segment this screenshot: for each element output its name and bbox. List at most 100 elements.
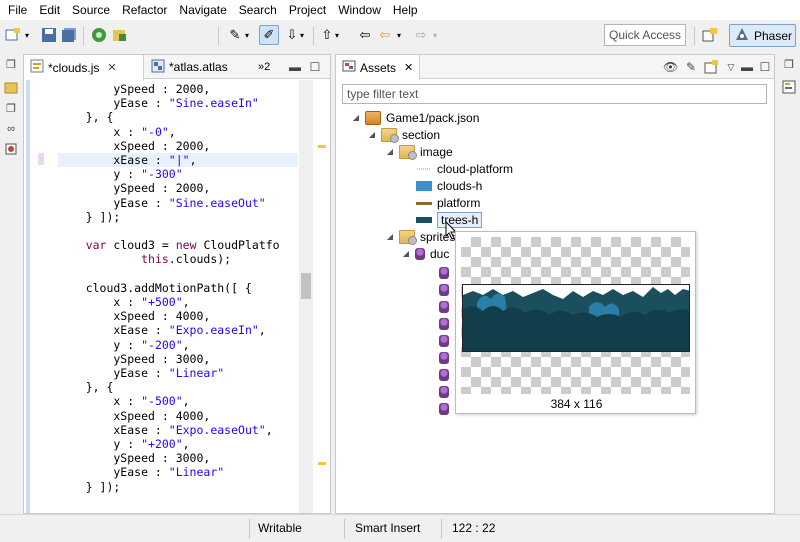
tree-row-sprite[interactable]: ◢ duc xyxy=(402,245,449,262)
annotation-prev-dropdown-icon[interactable]: ▾ xyxy=(332,26,342,44)
code-line[interactable]: xSpeed : 2000, xyxy=(58,139,210,153)
quick-access-input[interactable]: Quick Access xyxy=(604,24,686,46)
collapse-icon[interactable]: ◢ xyxy=(352,113,360,122)
back-dropdown-icon[interactable]: ▾ xyxy=(394,26,404,44)
code-line[interactable]: yEase : "Linear" xyxy=(58,465,224,479)
code-editor[interactable]: ySpeed : 2000, yEase : "Sine.easeIn" }, … xyxy=(24,80,330,513)
tree-row-image[interactable]: clouds-h xyxy=(416,177,482,194)
code-line[interactable]: x : "-0", xyxy=(58,125,175,139)
code-line[interactable]: xEase : "|", xyxy=(58,153,298,167)
tab-assets[interactable]: Assets ✕ xyxy=(336,55,421,80)
code-line[interactable]: y : "+200", xyxy=(58,437,189,451)
tree-row-frame[interactable] xyxy=(439,264,449,281)
tree-row-frame[interactable] xyxy=(439,332,449,349)
menu-file[interactable]: File xyxy=(2,0,33,20)
close-icon[interactable]: ✕ xyxy=(404,61,413,74)
code-line[interactable]: ySpeed : 3000, xyxy=(58,451,210,465)
overview-marker[interactable] xyxy=(318,462,326,465)
tree-row-frame[interactable] xyxy=(439,383,449,400)
minimize-icon[interactable]: ▬ xyxy=(288,60,302,74)
menu-window[interactable]: Window xyxy=(332,0,387,20)
code-line[interactable]: ySpeed : 3000, xyxy=(58,352,210,366)
tab-clouds-js[interactable]: *clouds.js ✕ xyxy=(24,55,144,80)
collapse-icon[interactable]: ◢ xyxy=(402,249,410,258)
code-line[interactable]: cloud3.addMotionPath([ { xyxy=(58,281,252,295)
code-line[interactable]: }, { xyxy=(58,380,114,394)
maximize-icon[interactable]: ☐ xyxy=(758,60,772,74)
menu-refactor[interactable]: Refactor xyxy=(116,0,173,20)
forward-icon[interactable]: ⇨ xyxy=(412,26,430,44)
code-line[interactable]: xEase : "Expo.easeIn", xyxy=(58,323,265,337)
code-line[interactable]: ySpeed : 2000, xyxy=(58,82,210,96)
collapse-icon[interactable]: ◢ xyxy=(386,232,394,241)
code-line[interactable]: xEase : "Expo.easeOut", xyxy=(58,423,272,437)
last-edit-icon[interactable]: ⇦ xyxy=(356,26,374,44)
maximize-icon[interactable]: ☐ xyxy=(308,60,322,74)
menu-edit[interactable]: Edit xyxy=(33,0,66,20)
annotation-next-dropdown-icon[interactable]: ▾ xyxy=(297,26,307,44)
mark-occurrences-icon[interactable]: ✐ xyxy=(259,25,279,45)
tree-row-image[interactable]: platform xyxy=(416,194,480,211)
restore-icon[interactable]: ❐ xyxy=(4,58,18,72)
tree-row-image[interactable]: cloud-platform xyxy=(416,160,513,177)
link-icon[interactable]: ∞ xyxy=(4,122,18,136)
code-line[interactable]: ySpeed : 2000, xyxy=(58,181,210,195)
code-line[interactable]: this.clouds); xyxy=(58,252,231,266)
editor-vertical-scrollbar[interactable] xyxy=(299,80,313,513)
new-icon[interactable] xyxy=(4,26,22,44)
tree-row-frame[interactable] xyxy=(439,298,449,315)
code-line[interactable]: x : "+500", xyxy=(58,295,189,309)
tab-overflow[interactable]: »2 xyxy=(252,55,282,79)
code-line[interactable]: }, { xyxy=(58,110,114,124)
phaser-perspective-button[interactable]: Phaser xyxy=(729,24,796,47)
menu-project[interactable]: Project xyxy=(283,0,332,20)
code-line[interactable]: } ]); xyxy=(58,210,121,224)
code-line[interactable]: x : "-500", xyxy=(58,394,189,408)
tree-row-frame[interactable] xyxy=(439,281,449,298)
minimize-icon[interactable]: ▬ xyxy=(740,60,754,74)
menu-search[interactable]: Search xyxy=(233,0,283,20)
restore-icon-2[interactable]: ❐ xyxy=(4,102,18,116)
pin-dropdown-icon[interactable]: ▾ xyxy=(242,26,252,44)
eye-icon[interactable]: 👁 xyxy=(663,60,678,74)
tab-atlas-atlas[interactable]: *atlas.atlas xyxy=(145,55,255,79)
tree-row-frame[interactable] xyxy=(439,400,449,417)
tree-row-frame[interactable] xyxy=(439,366,449,383)
project-explorer-icon[interactable] xyxy=(4,80,18,94)
close-icon[interactable]: ✕ xyxy=(107,61,116,74)
code-line[interactable]: yEase : "Linear" xyxy=(58,366,224,380)
code-line[interactable]: y : "-200", xyxy=(58,338,189,352)
run-icon[interactable] xyxy=(90,26,108,44)
tree-row-section[interactable]: ◢ section xyxy=(368,126,440,143)
new-folder-icon[interactable] xyxy=(704,60,718,74)
tree-row-image-folder[interactable]: ◢ image xyxy=(386,143,453,160)
open-perspective-icon[interactable] xyxy=(701,26,719,44)
outline-icon[interactable] xyxy=(782,80,796,94)
menu-navigate[interactable]: Navigate xyxy=(173,0,232,20)
collapse-icon[interactable]: ◢ xyxy=(368,130,376,139)
forward-dropdown-icon[interactable]: ▾ xyxy=(430,26,440,44)
code-line[interactable]: xSpeed : 4000, xyxy=(58,309,210,323)
code-line[interactable]: var cloud3 = new CloudPlatfo xyxy=(58,238,280,252)
editor-scroll-thumb[interactable] xyxy=(301,273,311,299)
save-icon[interactable] xyxy=(40,26,58,44)
save-all-icon[interactable] xyxy=(60,26,78,44)
restore-icon[interactable]: ❐ xyxy=(782,58,796,72)
code-line[interactable]: yEase : "Sine.easeOut" xyxy=(58,196,265,210)
code-line[interactable]: xSpeed : 4000, xyxy=(58,409,210,423)
export-icon[interactable] xyxy=(110,26,128,44)
debug-icon[interactable] xyxy=(4,142,18,156)
new-dropdown-icon[interactable]: ▾ xyxy=(22,26,32,44)
filter-input[interactable]: type filter text xyxy=(342,84,767,104)
code-line[interactable]: yEase : "Sine.easeIn" xyxy=(58,96,258,110)
tree-row-frame[interactable] xyxy=(439,315,449,332)
menu-help[interactable]: Help xyxy=(387,0,424,20)
view-menu-icon[interactable]: ▽ xyxy=(724,60,738,74)
overview-marker[interactable] xyxy=(318,145,326,148)
tree-row-frame[interactable] xyxy=(439,349,449,366)
back-icon[interactable]: ⇦ xyxy=(376,26,394,44)
code-line[interactable]: y : "-300" xyxy=(58,167,182,181)
code-text[interactable]: ySpeed : 2000, yEase : "Sine.easeIn" }, … xyxy=(58,80,298,513)
edit-icon[interactable]: ✎ xyxy=(684,60,698,74)
tree-row-pack[interactable]: ◢ Game1/pack.json xyxy=(352,109,479,126)
